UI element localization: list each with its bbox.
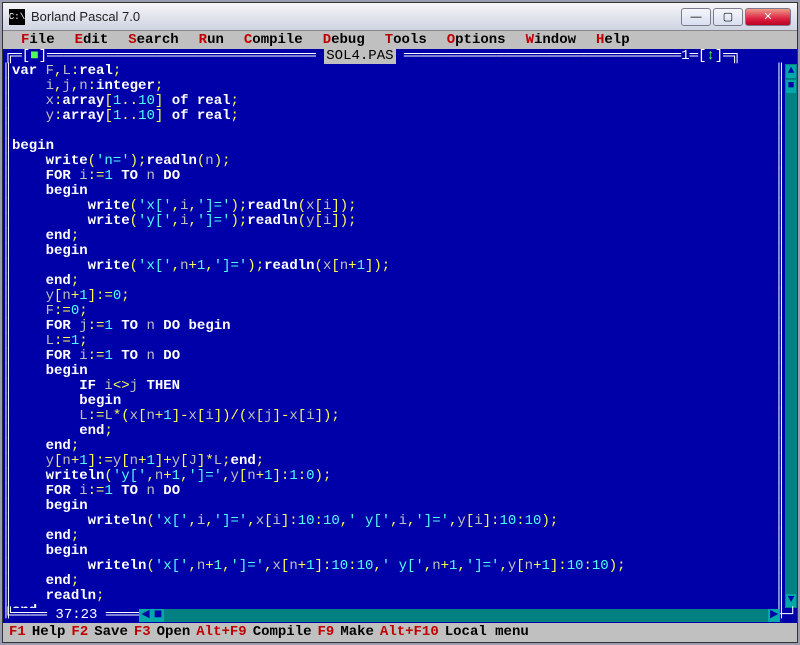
code-line[interactable]: i,j,n:integer; [12, 79, 776, 94]
code-line[interactable]: x:array[1..10] of real; [12, 94, 776, 109]
code-line[interactable]: F:=0; [12, 304, 776, 319]
scroll-down-icon[interactable]: ▼ [786, 594, 796, 607]
code-line[interactable]: FOR i:=1 TO n DO [12, 169, 776, 184]
code-line[interactable]: FOR i:=1 TO n DO [12, 349, 776, 364]
menu-tools[interactable]: Tools [375, 32, 437, 48]
editor-client: ╔═[■]════════════════════════════════ SO… [3, 49, 797, 623]
code-line[interactable]: end; [12, 424, 776, 439]
menu-compile[interactable]: Compile [234, 32, 313, 48]
code-line[interactable]: write('x[',i,']=');readln(x[i]); [12, 199, 776, 214]
code-line[interactable]: write('n=');readln(n); [12, 154, 776, 169]
status-text: Make [340, 624, 374, 640]
menu-run[interactable]: Run [189, 32, 234, 48]
frame-top: ╔═[■]════════════════════════════════ SO… [3, 49, 797, 64]
minimize-button[interactable]: — [681, 8, 711, 26]
status-key[interactable]: F1 [9, 624, 26, 640]
code-line[interactable]: y:array[1..10] of real; [12, 109, 776, 124]
code-line[interactable]: var F,L:real; [12, 64, 776, 79]
code-line[interactable]: L:=1; [12, 334, 776, 349]
menu-help[interactable]: Help [586, 32, 640, 48]
code-line[interactable]: end; [12, 229, 776, 244]
status-text: Local menu [445, 624, 529, 640]
h-scroll-thumb[interactable]: ■ [152, 609, 164, 622]
code-line[interactable]: writeln('y[',n+1,']=',y[n+1]:1:0); [12, 469, 776, 484]
code-editor[interactable]: var F,L:real; i,j,n:integer; x:array[1..… [12, 64, 776, 608]
maximize-button[interactable]: ▢ [713, 8, 743, 26]
status-text: Open [157, 624, 191, 640]
status-key[interactable]: F3 [134, 624, 151, 640]
filename: SOL4.PAS [324, 49, 395, 64]
code-line[interactable]: writeln('x[',i,']=',x[i]:10:10,' y[',i,'… [12, 514, 776, 529]
scroll-thumb[interactable]: ■ [786, 80, 796, 93]
code-line[interactable] [12, 124, 776, 139]
status-text: Compile [253, 624, 312, 640]
menu-search[interactable]: Search [118, 32, 188, 48]
code-line[interactable]: begin [12, 184, 776, 199]
menu-window[interactable]: Window [516, 32, 586, 48]
status-text: Help [32, 624, 66, 640]
close-button[interactable]: ✕ [745, 8, 791, 26]
window-title: Borland Pascal 7.0 [31, 9, 681, 24]
menu-debug[interactable]: Debug [313, 32, 375, 48]
menu-edit[interactable]: Edit [65, 32, 119, 48]
frame-bottom: ╚════ 37:23 ════ ◄ ■ ► ─┘ [3, 608, 797, 623]
window-number: 1 [681, 49, 689, 64]
vertical-scrollbar[interactable]: ▲ ■ ▼ [785, 64, 797, 608]
code-line[interactable]: FOR j:=1 TO n DO begin [12, 319, 776, 334]
app-window: C:\ Borland Pascal 7.0 — ▢ ✕ FileEditSea… [2, 2, 798, 643]
status-key[interactable]: Alt+F10 [380, 624, 439, 640]
code-line[interactable]: write('y[',i,']=');readln(y[i]); [12, 214, 776, 229]
scroll-up-icon[interactable]: ▲ [786, 65, 796, 78]
code-line[interactable]: end; [12, 439, 776, 454]
code-line[interactable]: readln; [12, 589, 776, 604]
code-line[interactable]: begin [12, 244, 776, 259]
menubar[interactable]: FileEditSearchRunCompileDebugToolsOption… [3, 31, 797, 49]
code-line[interactable]: end; [12, 529, 776, 544]
code-line[interactable]: begin [12, 139, 776, 154]
code-line[interactable]: IF i<>j THEN [12, 379, 776, 394]
h-scroll-track[interactable] [164, 609, 768, 622]
menu-options[interactable]: Options [437, 32, 516, 48]
code-line[interactable]: write('x[',n+1,']=');readln(x[n+1]); [12, 259, 776, 274]
frame-left: ║║║║║║║║║║║║║║║║║║║║║║║║║║║║║║║║║║║║║ [3, 64, 12, 608]
cursor-position: 37:23 [55, 608, 97, 623]
horizontal-scrollbar[interactable]: ◄ ■ ► [139, 608, 780, 623]
status-key[interactable]: Alt+F9 [196, 624, 246, 640]
app-icon: C:\ [9, 9, 25, 25]
code-line[interactable]: writeln('x[',n+1,']=',x[n+1]:10:10,' y['… [12, 559, 776, 574]
status-text: Save [94, 624, 128, 640]
scroll-left-icon[interactable]: ◄ [139, 609, 151, 622]
statusbar: F1 Help F2 Save F3 Open Alt+F9 Compile F… [3, 623, 797, 641]
window-controls: — ▢ ✕ [681, 8, 791, 26]
code-line[interactable]: begin [12, 394, 776, 409]
menu-file[interactable]: File [11, 32, 65, 48]
code-line[interactable]: y[n+1]:=0; [12, 289, 776, 304]
code-line[interactable]: FOR i:=1 TO n DO [12, 484, 776, 499]
code-line[interactable]: begin [12, 499, 776, 514]
code-line[interactable]: begin [12, 364, 776, 379]
code-line[interactable]: end; [12, 274, 776, 289]
code-line[interactable]: L:=L*(x[n+1]-x[i])/(x[j]-x[i]); [12, 409, 776, 424]
code-line[interactable]: end; [12, 574, 776, 589]
frame-right: ║║║║║║║║║║║║║║║║║║║║║║║║║║║║║║║║║║║║║ [776, 64, 785, 608]
titlebar[interactable]: C:\ Borland Pascal 7.0 — ▢ ✕ [3, 3, 797, 31]
code-line[interactable]: begin [12, 544, 776, 559]
scroll-right-icon[interactable]: ► [768, 609, 780, 622]
status-key[interactable]: F9 [318, 624, 335, 640]
status-key[interactable]: F2 [71, 624, 88, 640]
code-line[interactable]: y[n+1]:=y[n+1]+y[J]*L;end; [12, 454, 776, 469]
